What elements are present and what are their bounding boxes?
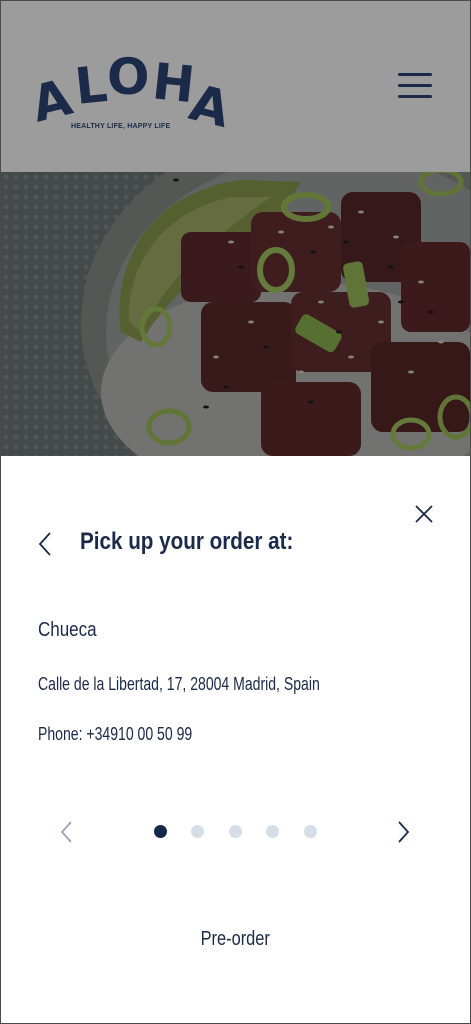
- preorder-label: Pre-order: [200, 928, 271, 950]
- location-address: Calle de la Libertad, 17, 28004 Madrid, …: [38, 674, 320, 694]
- hamburger-menu-icon[interactable]: [394, 69, 436, 105]
- sheet-title: Pick up your order at:: [80, 528, 294, 555]
- pickup-bottom-sheet: Pick up your order at: Chueca Calle de l…: [1, 456, 470, 1023]
- carousel-dot[interactable]: [229, 825, 242, 838]
- location-name: Chueca: [38, 619, 97, 641]
- close-icon[interactable]: [411, 501, 437, 527]
- site-header: A L O H A HEALTHY LIFE, HAPPY LIFE: [1, 1, 470, 172]
- chevron-left-icon[interactable]: [35, 530, 57, 558]
- app-frame: A L O H A HEALTHY LIFE, HAPPY LIFE Pick …: [0, 0, 471, 1024]
- poke-bowl-photo: [1, 172, 470, 456]
- carousel-dot[interactable]: [191, 825, 204, 838]
- preorder-button[interactable]: Pre-order: [1, 928, 470, 951]
- carousel-dot[interactable]: [304, 825, 317, 838]
- carousel-dot[interactable]: [266, 825, 279, 838]
- carousel-next-chevron-right-icon[interactable]: [393, 819, 413, 845]
- carousel-dot[interactable]: [154, 825, 167, 838]
- location-phone[interactable]: Phone: +34910 00 50 99: [38, 724, 192, 745]
- hero-food-image: [1, 172, 470, 456]
- carousel-prev-chevron-left-icon[interactable]: [57, 819, 77, 845]
- logo-tagline: HEALTHY LIFE, HAPPY LIFE: [71, 123, 171, 130]
